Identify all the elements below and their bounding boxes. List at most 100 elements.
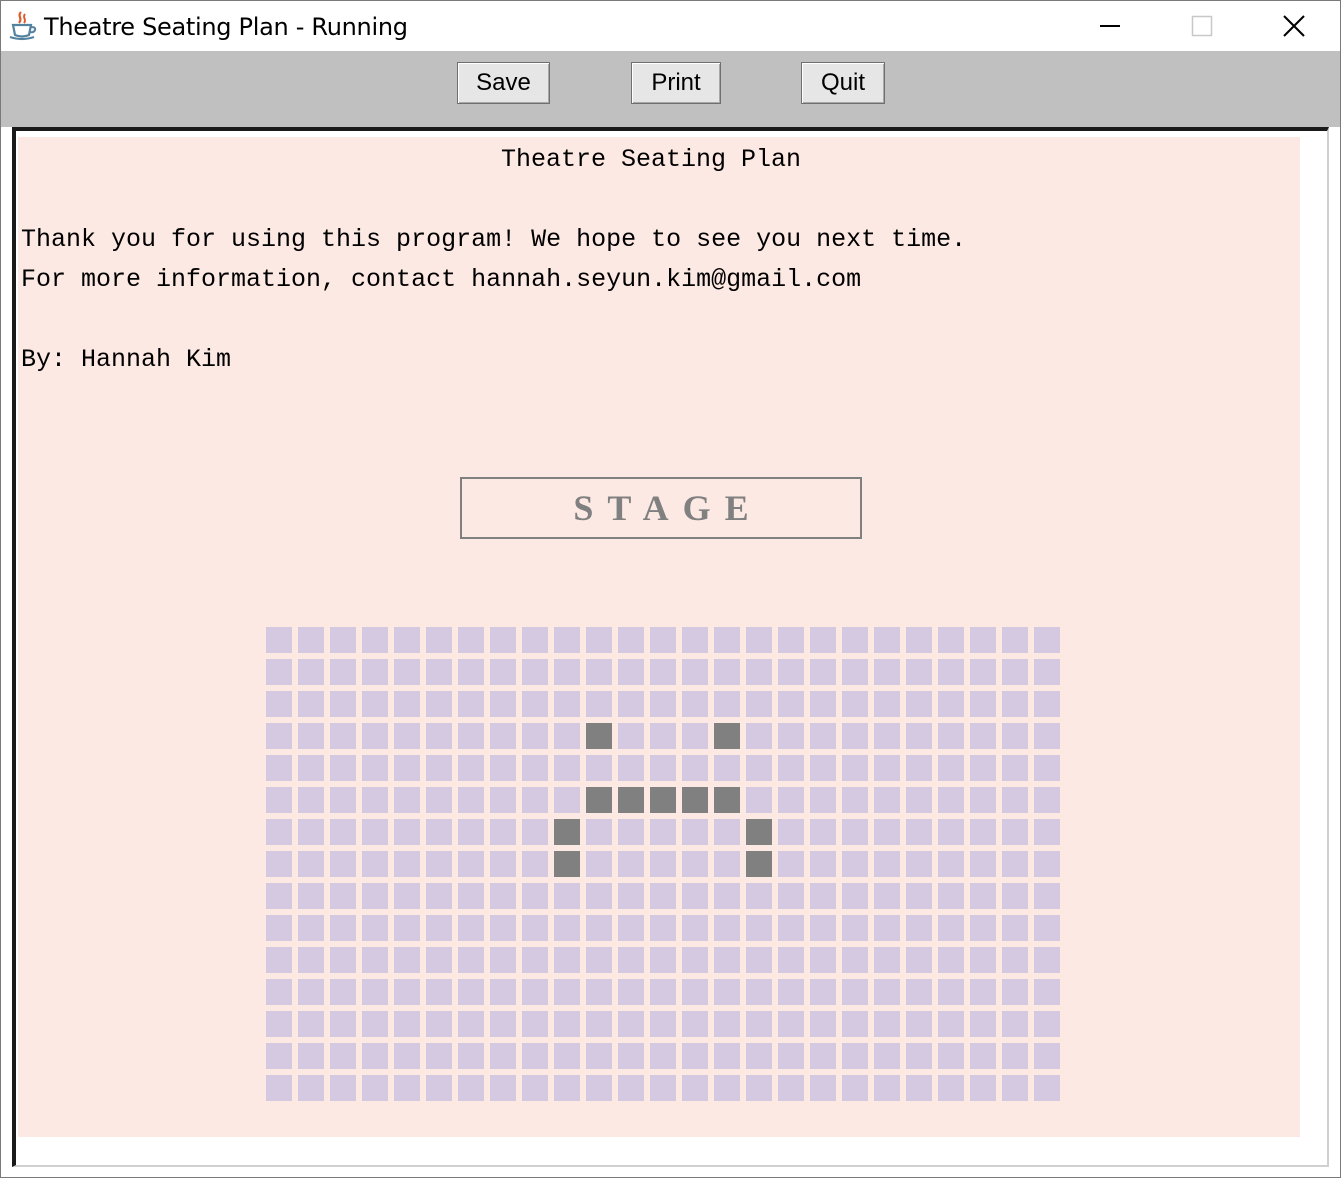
seat-available[interactable] bbox=[586, 915, 612, 941]
seat-available[interactable] bbox=[490, 787, 516, 813]
seat-available[interactable] bbox=[458, 883, 484, 909]
seat-taken[interactable] bbox=[554, 819, 580, 845]
seat-available[interactable] bbox=[970, 723, 996, 749]
seat-available[interactable] bbox=[874, 851, 900, 877]
seat-available[interactable] bbox=[554, 723, 580, 749]
seat-available[interactable] bbox=[1034, 1011, 1060, 1037]
seat-available[interactable] bbox=[362, 1075, 388, 1101]
seat-available[interactable] bbox=[874, 723, 900, 749]
seat-taken[interactable] bbox=[650, 787, 676, 813]
seat-available[interactable] bbox=[1034, 691, 1060, 717]
seat-available[interactable] bbox=[490, 1043, 516, 1069]
seat-available[interactable] bbox=[554, 659, 580, 685]
seat-available[interactable] bbox=[714, 691, 740, 717]
seat-available[interactable] bbox=[1034, 723, 1060, 749]
seat-available[interactable] bbox=[426, 883, 452, 909]
seat-available[interactable] bbox=[330, 915, 356, 941]
seat-available[interactable] bbox=[746, 691, 772, 717]
seat-available[interactable] bbox=[650, 723, 676, 749]
seat-available[interactable] bbox=[778, 1043, 804, 1069]
seat-available[interactable] bbox=[682, 915, 708, 941]
seat-available[interactable] bbox=[650, 819, 676, 845]
seat-available[interactable] bbox=[714, 1043, 740, 1069]
seat-available[interactable] bbox=[650, 1011, 676, 1037]
seat-available[interactable] bbox=[842, 819, 868, 845]
seat-available[interactable] bbox=[362, 691, 388, 717]
seat-available[interactable] bbox=[842, 851, 868, 877]
seat-available[interactable] bbox=[298, 883, 324, 909]
seat-available[interactable] bbox=[330, 883, 356, 909]
seat-available[interactable] bbox=[874, 627, 900, 653]
seat-available[interactable] bbox=[842, 1043, 868, 1069]
seat-available[interactable] bbox=[810, 659, 836, 685]
seat-available[interactable] bbox=[746, 883, 772, 909]
seat-available[interactable] bbox=[266, 979, 292, 1005]
seat-available[interactable] bbox=[842, 659, 868, 685]
seat-available[interactable] bbox=[394, 691, 420, 717]
seat-available[interactable] bbox=[266, 883, 292, 909]
seat-available[interactable] bbox=[554, 883, 580, 909]
seat-available[interactable] bbox=[650, 755, 676, 781]
seat-available[interactable] bbox=[714, 659, 740, 685]
seat-available[interactable] bbox=[554, 979, 580, 1005]
seat-available[interactable] bbox=[778, 691, 804, 717]
seat-available[interactable] bbox=[970, 627, 996, 653]
seat-available[interactable] bbox=[458, 915, 484, 941]
seat-available[interactable] bbox=[394, 819, 420, 845]
seat-available[interactable] bbox=[1002, 819, 1028, 845]
seat-available[interactable] bbox=[586, 1075, 612, 1101]
seat-available[interactable] bbox=[330, 691, 356, 717]
seat-available[interactable] bbox=[618, 947, 644, 973]
seat-available[interactable] bbox=[842, 627, 868, 653]
seat-available[interactable] bbox=[970, 787, 996, 813]
seat-available[interactable] bbox=[938, 979, 964, 1005]
seat-available[interactable] bbox=[1002, 1043, 1028, 1069]
seat-available[interactable] bbox=[906, 627, 932, 653]
seat-available[interactable] bbox=[682, 1011, 708, 1037]
seat-available[interactable] bbox=[266, 1011, 292, 1037]
seat-available[interactable] bbox=[330, 627, 356, 653]
seat-available[interactable] bbox=[522, 947, 548, 973]
seat-available[interactable] bbox=[426, 819, 452, 845]
seat-available[interactable] bbox=[650, 627, 676, 653]
save-button[interactable]: Save bbox=[457, 62, 550, 104]
seat-available[interactable] bbox=[298, 723, 324, 749]
seat-available[interactable] bbox=[618, 723, 644, 749]
seat-available[interactable] bbox=[1034, 915, 1060, 941]
seat-available[interactable] bbox=[522, 1011, 548, 1037]
seat-available[interactable] bbox=[1002, 883, 1028, 909]
seat-available[interactable] bbox=[266, 723, 292, 749]
seat-available[interactable] bbox=[330, 659, 356, 685]
seat-available[interactable] bbox=[810, 1043, 836, 1069]
seat-available[interactable] bbox=[906, 659, 932, 685]
seat-available[interactable] bbox=[330, 1075, 356, 1101]
seat-available[interactable] bbox=[490, 947, 516, 973]
seat-available[interactable] bbox=[938, 851, 964, 877]
seat-available[interactable] bbox=[906, 787, 932, 813]
seat-available[interactable] bbox=[970, 1043, 996, 1069]
seat-available[interactable] bbox=[522, 1075, 548, 1101]
seat-available[interactable] bbox=[810, 883, 836, 909]
seat-available[interactable] bbox=[298, 947, 324, 973]
seat-available[interactable] bbox=[682, 659, 708, 685]
seat-available[interactable] bbox=[778, 755, 804, 781]
seat-available[interactable] bbox=[490, 723, 516, 749]
seat-available[interactable] bbox=[906, 979, 932, 1005]
seat-available[interactable] bbox=[618, 627, 644, 653]
quit-button[interactable]: Quit bbox=[801, 62, 885, 104]
seat-available[interactable] bbox=[1002, 691, 1028, 717]
seat-available[interactable] bbox=[458, 1075, 484, 1101]
seat-taken[interactable] bbox=[554, 851, 580, 877]
seat-available[interactable] bbox=[362, 755, 388, 781]
seat-available[interactable] bbox=[330, 1011, 356, 1037]
seat-available[interactable] bbox=[842, 787, 868, 813]
seat-available[interactable] bbox=[362, 947, 388, 973]
seat-available[interactable] bbox=[522, 787, 548, 813]
seat-available[interactable] bbox=[394, 723, 420, 749]
seat-available[interactable] bbox=[746, 1011, 772, 1037]
seat-available[interactable] bbox=[522, 627, 548, 653]
seat-available[interactable] bbox=[810, 915, 836, 941]
seat-available[interactable] bbox=[842, 1075, 868, 1101]
seat-available[interactable] bbox=[490, 755, 516, 781]
seat-available[interactable] bbox=[394, 755, 420, 781]
